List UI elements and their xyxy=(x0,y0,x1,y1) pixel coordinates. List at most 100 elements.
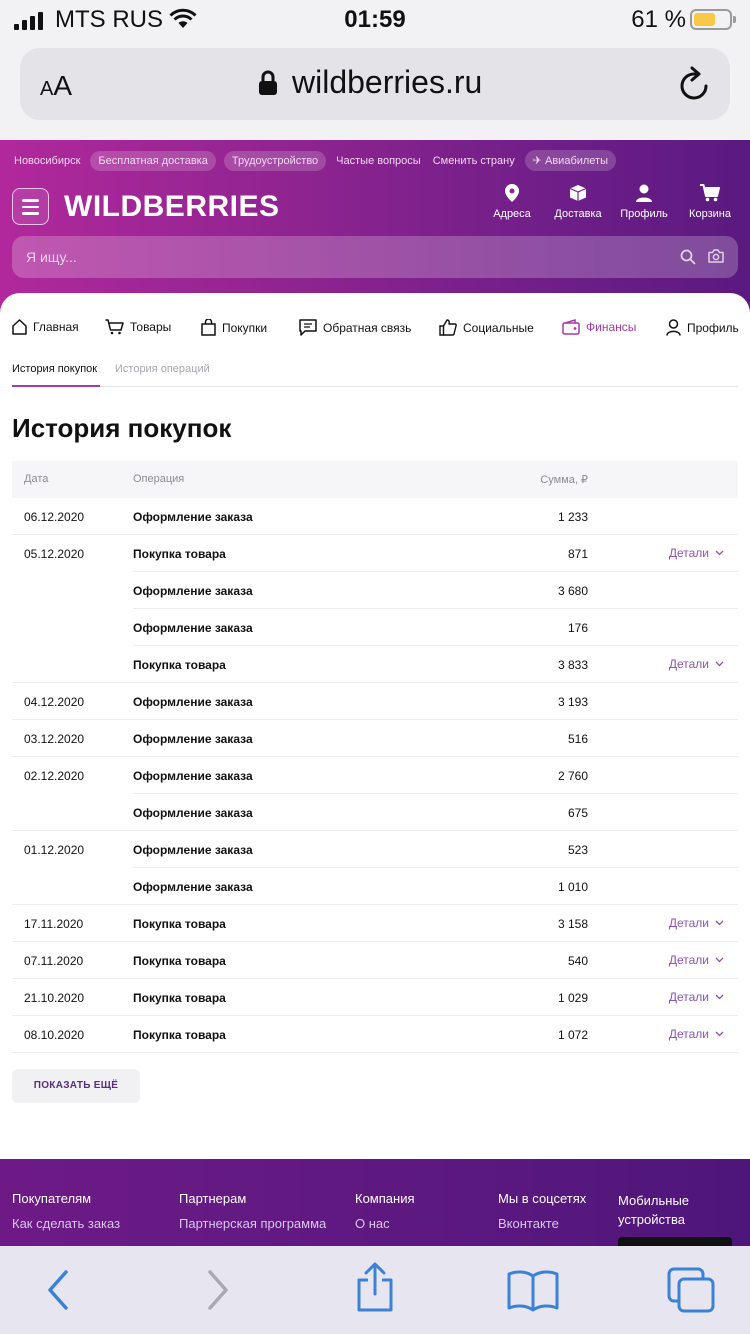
row-date: 17.11.2020 xyxy=(24,917,84,931)
share-icon[interactable] xyxy=(354,1262,396,1319)
row-sum: 3 680 xyxy=(557,584,588,598)
row-sum: 516 xyxy=(567,732,588,746)
box-icon xyxy=(569,185,587,201)
delivery-button[interactable]: Доставка xyxy=(548,184,608,220)
header-actions: Адреса Доставка Профиль Корзина xyxy=(476,184,740,220)
person-icon xyxy=(636,184,652,202)
details-link[interactable]: Детали xyxy=(669,1027,724,1041)
camera-icon[interactable] xyxy=(708,249,724,268)
addresses-button[interactable]: Адреса xyxy=(482,184,542,220)
row-operation: Покупка товара xyxy=(133,547,226,561)
row-sum: 675 xyxy=(567,806,588,820)
table-row: 08.10.2020 Покупка товара 1 072 Детали xyxy=(12,1016,738,1053)
footer-heading: Компания xyxy=(355,1191,415,1206)
cart-icon xyxy=(700,184,720,202)
battery-percent: 61 % xyxy=(631,6,686,33)
search-input[interactable]: Я ищу... xyxy=(12,236,738,278)
back-icon[interactable] xyxy=(44,1268,72,1317)
row-operation: Оформление заказа xyxy=(133,621,253,635)
row-operation: Покупка товара xyxy=(133,954,226,968)
footer-heading: Покупателям xyxy=(12,1191,92,1206)
cart-button[interactable]: Корзина xyxy=(680,184,740,220)
row-sum: 3 833 xyxy=(557,658,588,672)
footer-link[interactable]: Партнерская программа xyxy=(179,1216,326,1231)
text-size-button[interactable]: AA xyxy=(40,70,72,102)
row-sum: 3 158 xyxy=(557,917,588,931)
show-more-button[interactable]: ПОКАЗАТЬ ЕЩЁ xyxy=(12,1069,140,1103)
row-date: 06.12.2020 xyxy=(24,510,85,524)
footer-link[interactable]: Вконтакте xyxy=(498,1216,586,1231)
search-icon[interactable] xyxy=(680,249,696,270)
details-link[interactable]: Детали xyxy=(669,916,724,930)
free-delivery-link[interactable]: Бесплатная доставка xyxy=(90,150,216,171)
subtab-purchase-history[interactable]: История покупок xyxy=(12,363,97,375)
home-icon xyxy=(12,319,27,335)
tab-profile[interactable]: Профиль xyxy=(666,319,739,336)
row-operation: Оформление заказа xyxy=(133,843,253,857)
change-country-link[interactable]: Сменить страну xyxy=(431,151,517,171)
bookmarks-icon[interactable] xyxy=(506,1268,560,1317)
footer-col-social: Мы в соцсетях Вконтакте xyxy=(498,1191,586,1231)
row-operation: Покупка товара xyxy=(133,917,226,931)
row-sum: 540 xyxy=(567,954,588,968)
jobs-link[interactable]: Трудоустройство xyxy=(223,150,327,171)
footer-link[interactable]: О нас xyxy=(355,1216,415,1231)
tab-social[interactable]: Социальные xyxy=(439,319,534,336)
table-row: 21.10.2020 Покупка товара 1 029 Детали xyxy=(12,979,738,1016)
footer-col-buyers: Покупателям Как сделать заказ xyxy=(12,1191,120,1231)
row-date: 08.10.2020 xyxy=(24,1028,85,1042)
row-date: 21.10.2020 xyxy=(24,991,85,1005)
tab-purchases[interactable]: Покупки xyxy=(201,319,267,336)
site-header: Новосибирск Бесплатная доставка Трудоуст… xyxy=(0,140,750,315)
details-link[interactable]: Детали xyxy=(669,546,724,560)
details-link[interactable]: Детали xyxy=(669,990,724,1004)
subtab-operations-history[interactable]: История операций xyxy=(115,363,210,375)
lock-icon xyxy=(258,70,278,101)
profile-button[interactable]: Профиль xyxy=(614,184,674,220)
url-text[interactable]: wildberries.ru xyxy=(292,64,482,101)
table-row: 03.12.2020 Оформление заказа 516 xyxy=(12,720,738,757)
table-row: Оформление заказа 1 010 xyxy=(12,868,738,905)
faq-link[interactable]: Частые вопросы xyxy=(334,151,423,171)
account-content: Главная Товары Покупки Обратная связь Со… xyxy=(0,293,750,1159)
row-operation: Оформление заказа xyxy=(133,695,253,709)
city-link[interactable]: Новосибирск xyxy=(12,151,82,171)
chevron-down-icon xyxy=(715,550,724,556)
table-row: Оформление заказа 3 680 xyxy=(12,572,738,609)
browser-toolbar xyxy=(0,1246,750,1334)
footer-heading: Партнерам xyxy=(179,1191,247,1206)
tabs-icon[interactable] xyxy=(666,1266,716,1319)
chevron-down-icon xyxy=(715,661,724,667)
chevron-down-icon xyxy=(715,1031,724,1037)
footer-heading: Мы в соцсетях xyxy=(498,1191,587,1206)
col-operation: Операция xyxy=(133,473,185,485)
site-logo[interactable]: WILDBERRIES xyxy=(64,190,280,224)
footer-col-mobile: Мобильные устройства xyxy=(618,1191,728,1229)
row-sum: 3 193 xyxy=(557,695,588,709)
flights-link[interactable]: ✈ Авиабилеты xyxy=(524,150,617,171)
feedback-icon xyxy=(299,319,317,336)
status-bar: MTS RUS 01:59 61 % xyxy=(0,0,750,40)
tab-feedback[interactable]: Обратная связь xyxy=(299,319,411,336)
tab-finance[interactable]: Финансы xyxy=(562,319,636,335)
reload-icon[interactable] xyxy=(678,66,712,107)
details-link[interactable]: Детали xyxy=(669,657,724,671)
forward-icon[interactable] xyxy=(204,1268,232,1317)
footer-heading: Мобильные устройства xyxy=(618,1193,690,1227)
address-bar[interactable]: AA wildberries.ru xyxy=(20,48,730,120)
table-row: 06.12.2020 Оформление заказа 1 233 xyxy=(12,498,738,535)
page-title: История покупок xyxy=(12,413,232,443)
table-row: 05.12.2020 Покупка товара 871 Детали xyxy=(12,535,738,572)
details-link[interactable]: Детали xyxy=(669,953,724,967)
row-operation: Покупка товара xyxy=(133,991,226,1005)
person-icon xyxy=(666,319,681,336)
table-row: 01.12.2020 Оформление заказа 523 xyxy=(12,831,738,868)
table-row: 17.11.2020 Покупка товара 3 158 Детали xyxy=(12,905,738,942)
menu-button[interactable] xyxy=(12,188,49,225)
footer-col-company: Компания О нас xyxy=(355,1191,415,1231)
tab-home[interactable]: Главная xyxy=(12,319,79,335)
tab-products[interactable]: Товары xyxy=(105,319,171,335)
table-body: 06.12.2020 Оформление заказа 1 233 05.12.20… xyxy=(12,498,738,1053)
footer-link[interactable]: Как сделать заказ xyxy=(12,1216,120,1231)
chevron-down-icon xyxy=(715,994,724,1000)
